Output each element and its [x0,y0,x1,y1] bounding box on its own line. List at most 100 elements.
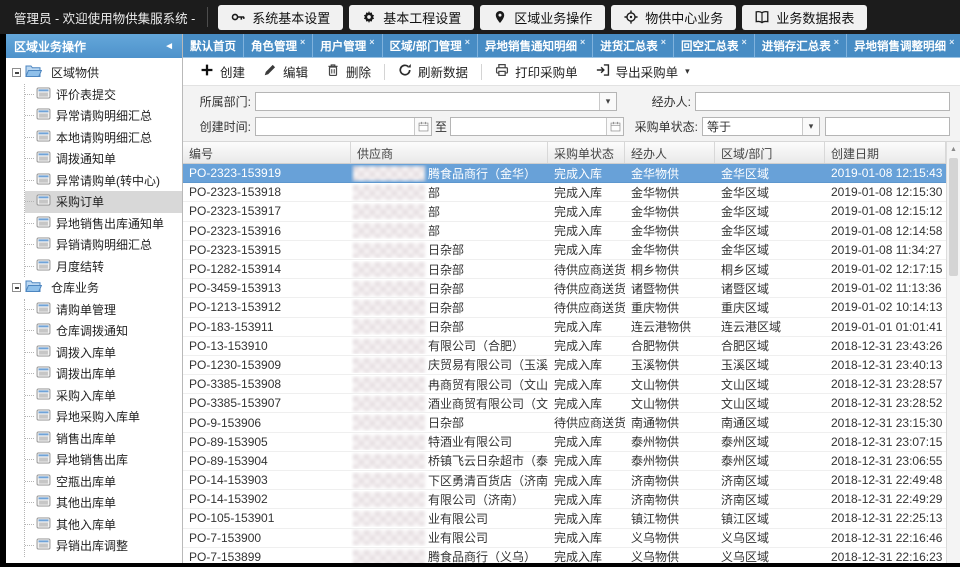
topbar-menu-label: 基本工程设置 [383,8,461,27]
column-header[interactable]: 创建日期 [825,142,946,163]
topbar-menu-button[interactable]: 物供中心业务 [611,5,736,30]
collapse-node-icon[interactable] [12,68,21,77]
close-icon[interactable]: × [465,37,470,47]
toolbar-button[interactable]: 打印采购单 [486,60,587,84]
close-icon[interactable]: × [580,37,585,47]
scroll-up-icon[interactable]: ▲ [947,142,960,157]
tab-6[interactable]: 回空汇总表× [674,34,755,57]
tree-item[interactable]: 采购订单 [25,191,182,213]
table-row[interactable]: PO-183-153911日杂部完成入库连云港物供连云港区域2019-01-01… [183,318,946,337]
topbar-menu-button[interactable]: 基本工程设置 [349,5,474,30]
created-cell: 2019-01-08 12:14:58 [825,224,946,238]
tree-item[interactable]: 调拨出库单 [25,363,182,385]
table-row[interactable]: PO-7-153899腾食品商行（义乌）完成入库义乌物供义乌区域2018-12-… [183,548,946,563]
table-row[interactable]: PO-2323-153917部完成入库金华物供金华区域2019-01-08 12… [183,202,946,221]
tree-item[interactable]: 异销请购明细汇总 [25,234,182,256]
table-row[interactable]: PO-89-153905特酒业有限公司完成入库泰州物供泰州区域2018-12-3… [183,433,946,452]
table-row[interactable]: PO-14-153903下区勇清百货店（济南）完成入库济南物供济南区域2018-… [183,471,946,490]
toolbar-button[interactable]: 编辑 [254,60,317,84]
tree-item[interactable]: 异常请购单(转中心) [25,170,182,192]
close-icon[interactable]: × [949,37,954,47]
table-scrollbar[interactable]: ▲ [946,142,960,563]
tree-item[interactable]: 异地销售出库通知单 [25,213,182,235]
tree-item[interactable]: 异销出库调整 [25,535,182,557]
tree-item[interactable]: 请购单管理 [25,299,182,321]
tree-item[interactable]: 月度结转 [25,256,182,278]
table-row[interactable]: PO-105-153901业有限公司完成入库镇江物供镇江区域2018-12-31… [183,509,946,528]
column-header[interactable]: 采购单状态 [548,142,625,163]
topbar-menu-button[interactable]: 区域业务操作 [480,5,605,30]
tree-item[interactable]: 其他入库单 [25,514,182,536]
topbar-menu-button[interactable]: 业务数据报表 [742,5,867,30]
column-header[interactable]: 区域/部门 [715,142,825,163]
tab-2[interactable]: 用户管理× [313,34,382,57]
tree-item[interactable]: 异地销售出库 [25,449,182,471]
toolbar-button[interactable]: 刷新数据 [389,60,477,84]
toolbar-button[interactable]: 导出采购单▾ [587,60,699,84]
tab-7[interactable]: 进销存汇总表× [755,34,847,57]
table-row[interactable]: PO-14-153902有限公司（济南）完成入库济南物供济南区域2018-12-… [183,490,946,509]
table-row[interactable]: PO-2323-153919腾食品商行（金华）完成入库金华物供金华区域2019-… [183,164,946,183]
tree-folder[interactable]: 区域物供 [12,62,182,84]
tree-folder[interactable]: 仓库业务 [12,277,182,299]
table-row[interactable]: PO-89-153904桥镇飞云日杂超市（泰州）完成入库泰州物供泰州区域2018… [183,452,946,471]
department-select[interactable]: ▾ [255,92,617,111]
close-icon[interactable]: × [661,37,666,47]
table-row[interactable]: PO-2323-153918部完成入库金华物供金华区域2019-01-08 12… [183,183,946,202]
tree-item[interactable]: 本地请购明细汇总 [25,127,182,149]
chevron-down-icon[interactable]: ▾ [599,93,616,110]
handler-input[interactable] [695,92,950,111]
column-header[interactable]: 供应商 [351,142,548,163]
table-row[interactable]: PO-1213-153912日杂部待供应商送货重庆物供重庆区域2019-01-0… [183,298,946,317]
status-value-input[interactable] [825,117,950,136]
tree-item[interactable]: 销售出库单 [25,428,182,450]
close-icon[interactable]: × [300,37,305,47]
tree-item[interactable]: 调拨通知单 [25,148,182,170]
toolbar-button[interactable]: 创建 [191,60,254,84]
tab-0[interactable]: 默认首页 [183,34,244,57]
calendar-icon[interactable] [414,118,431,135]
collapse-node-icon[interactable] [12,283,21,292]
status-operator-select[interactable]: 等于 ▾ [702,117,820,136]
created-to-input[interactable] [451,118,606,135]
table-row[interactable]: PO-1282-153914日杂部待供应商送货桐乡物供桐乡区域2019-01-0… [183,260,946,279]
tree-item[interactable]: 评价表提交 [25,84,182,106]
column-header[interactable]: 经办人 [625,142,715,163]
scrollbar-thumb[interactable] [949,158,958,276]
tree-item[interactable]: 空瓶出库单 [25,471,182,493]
table-row[interactable]: PO-3459-153913日杂部待供应商送货诸暨物供诸暨区域2019-01-0… [183,279,946,298]
chevron-down-icon[interactable]: ▾ [802,118,819,135]
status-operator-value: 等于 [703,118,802,135]
toolbar-button[interactable]: 删除 [317,60,380,84]
column-header[interactable]: 编号 [183,142,351,163]
tab-5[interactable]: 进货汇总表× [593,34,674,57]
close-icon[interactable]: × [742,37,747,47]
tab-1[interactable]: 角色管理× [244,34,313,57]
order-id-cell: PO-3385-153907 [183,396,351,410]
redacted-blur [353,281,425,296]
tab-4[interactable]: 异地销售通知明细× [478,34,593,57]
topbar-menu-button[interactable]: 系统基本设置 [218,5,343,30]
tree-item[interactable]: 仓库调拨通知 [25,320,182,342]
created-from-input[interactable] [256,118,414,135]
table-row[interactable]: PO-3385-153908冉商贸有限公司（文山）完成入库文山物供文山区域201… [183,375,946,394]
tree-item[interactable]: 采购入库单 [25,385,182,407]
close-icon[interactable]: × [834,37,839,47]
table-row[interactable]: PO-1230-153909庆贸易有限公司（玉溪）完成入库玉溪物供玉溪区域201… [183,356,946,375]
tree-connector [25,94,34,95]
table-row[interactable]: PO-2323-153915日杂部完成入库金华物供金华区域2019-01-08 … [183,241,946,260]
tab-3[interactable]: 区域/部门管理× [383,34,478,57]
table-row[interactable]: PO-9-153906日杂部待供应商送货南通物供南通区域2018-12-31 2… [183,413,946,432]
close-icon[interactable]: × [369,37,374,47]
tab-8[interactable]: 异地销售调整明细× [847,34,960,57]
table-row[interactable]: PO-3385-153907酒业商贸有限公司（文山）完成入库文山物供文山区域20… [183,394,946,413]
tree-item[interactable]: 调拨入库单 [25,342,182,364]
table-row[interactable]: PO-2323-153916部完成入库金华物供金华区域2019-01-08 12… [183,222,946,241]
tree-item[interactable]: 异地采购入库单 [25,406,182,428]
table-row[interactable]: PO-13-153910有限公司（合肥）完成入库合肥物供合肥区域2018-12-… [183,337,946,356]
collapse-sidebar-icon[interactable]: ◄ [164,41,174,52]
tree-item[interactable]: 其他出库单 [25,492,182,514]
calendar-icon[interactable] [606,118,623,135]
tree-item[interactable]: 异常请购明细汇总 [25,105,182,127]
table-row[interactable]: PO-7-153900业有限公司完成入库义乌物供义乌区域2018-12-31 2… [183,529,946,548]
